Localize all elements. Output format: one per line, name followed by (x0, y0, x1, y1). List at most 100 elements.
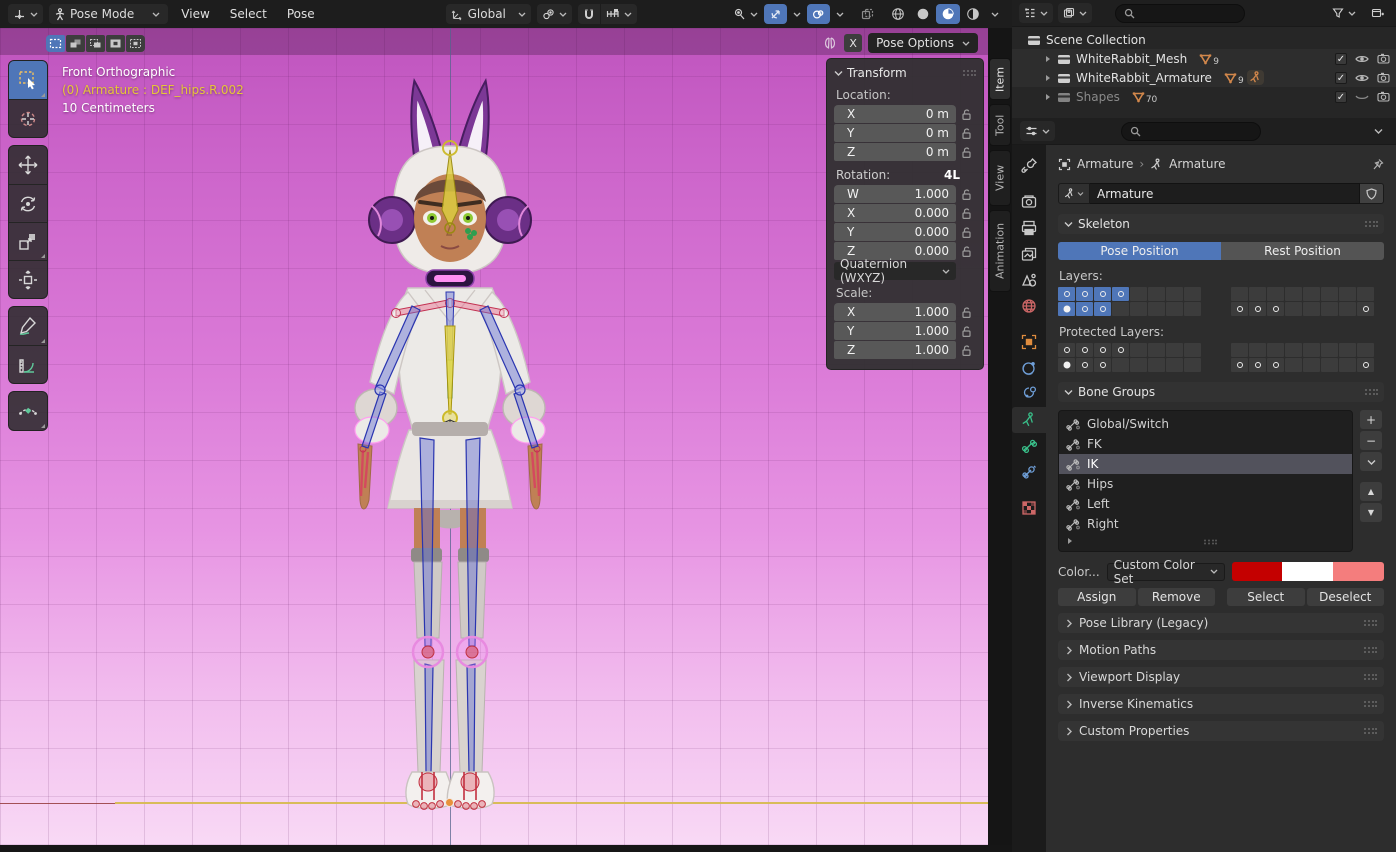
protected-layer-cell[interactable] (1112, 358, 1129, 372)
eye-open-icon[interactable] (1355, 54, 1369, 64)
properties-tab-physics[interactable] (1012, 355, 1046, 381)
properties-tab-object[interactable] (1012, 329, 1046, 355)
lock-location-z[interactable] (956, 146, 976, 159)
layer-cell[interactable] (1058, 287, 1075, 301)
layer-cell[interactable] (1076, 302, 1093, 316)
tool-cursor[interactable] (9, 99, 47, 137)
show-gizmo-toggle[interactable] (764, 4, 787, 24)
properties-options-dropdown[interactable] (1369, 121, 1388, 141)
layer-cell[interactable] (1303, 302, 1320, 316)
layer-cell[interactable] (1339, 302, 1356, 316)
bone-group-item[interactable]: IK (1059, 454, 1352, 474)
remove-bone-group-button[interactable]: − (1360, 431, 1382, 450)
pose-position-button[interactable]: Pose Position (1058, 242, 1221, 260)
panel-grip-icon[interactable] (1363, 616, 1377, 630)
collapsed-panel-inverse-kinematics[interactable]: Inverse Kinematics (1058, 694, 1384, 714)
protected-layer-cell[interactable] (1076, 343, 1093, 357)
protected-layer-cell[interactable] (1130, 358, 1147, 372)
move-group-up-button[interactable]: ▲ (1360, 482, 1382, 501)
layer-cell[interactable] (1321, 302, 1338, 316)
tool-measure[interactable] (9, 345, 47, 383)
panel-grip-icon[interactable] (962, 66, 976, 80)
protected-layer-cell[interactable] (1130, 343, 1147, 357)
layer-cell[interactable] (1231, 287, 1248, 301)
camera-visibility-icon[interactable] (1377, 53, 1390, 64)
bone-groups-panel-header[interactable]: Bone Groups (1058, 382, 1384, 402)
sidebar-tab-view[interactable]: View (989, 150, 1011, 206)
layer-cell[interactable] (1094, 287, 1111, 301)
protected-layer-cell[interactable] (1339, 343, 1356, 357)
shading-wireframe-button[interactable] (886, 4, 910, 24)
bone-group-item[interactable]: Hips (1059, 474, 1352, 494)
shading-dropdown[interactable] (986, 4, 1004, 24)
bone-group-specials-button[interactable] (1360, 452, 1382, 471)
lock-location-x[interactable] (956, 108, 976, 121)
tool-move[interactable] (9, 146, 47, 184)
layer-cell[interactable] (1285, 287, 1302, 301)
layer-cell[interactable] (1267, 287, 1284, 301)
panel-collapse-icon[interactable] (834, 69, 843, 77)
scale-x-field[interactable]: X1.000 (834, 303, 956, 321)
outliner-search-input[interactable] (1115, 4, 1245, 23)
properties-tab-tool[interactable] (1012, 153, 1046, 179)
tool-scale[interactable] (9, 222, 47, 260)
tool-annotate[interactable] (9, 307, 47, 345)
outliner-filter-button[interactable] (1327, 3, 1361, 23)
properties-tab-scene[interactable] (1012, 267, 1046, 293)
exclude-checkbox[interactable]: ✓ (1335, 91, 1347, 103)
viewport-3d[interactable]: X Pose Options Front Orthographic (0) Ar… (0, 28, 988, 845)
remove-button[interactable]: Remove (1138, 588, 1216, 606)
lock-location-y[interactable] (956, 127, 976, 140)
protected-layer-cell[interactable] (1184, 358, 1201, 372)
select-mode-subtract[interactable] (86, 35, 105, 52)
protected-layer-cell[interactable] (1076, 358, 1093, 372)
properties-tab-object-data[interactable] (1012, 407, 1046, 433)
outliner-row[interactable]: Scene Collection (1012, 30, 1396, 49)
properties-tab-object-constraints[interactable] (1012, 381, 1046, 407)
properties-tab-render[interactable] (1012, 189, 1046, 215)
outliner-display-mode-button[interactable] (1058, 3, 1092, 23)
properties-tab-bone[interactable] (1012, 433, 1046, 459)
layer-cell[interactable] (1094, 302, 1111, 316)
layer-cell[interactable] (1303, 287, 1320, 301)
location-y-field[interactable]: Y0 m (834, 124, 956, 142)
tool-rotate[interactable] (9, 184, 47, 222)
collapsed-panel-viewport-display[interactable]: Viewport Display (1058, 667, 1384, 687)
protected-layer-cell[interactable] (1166, 343, 1183, 357)
panel-grip-icon[interactable] (1364, 217, 1378, 231)
layer-cell[interactable] (1249, 302, 1266, 316)
properties-tab-output[interactable] (1012, 215, 1046, 241)
protected-layer-cell[interactable] (1184, 343, 1201, 357)
layer-cell[interactable] (1285, 302, 1302, 316)
layer-cell[interactable] (1148, 287, 1165, 301)
color-swatch-0[interactable] (1232, 562, 1283, 581)
layer-cell[interactable] (1076, 287, 1093, 301)
rotation-y-field[interactable]: Y0.000 (834, 223, 956, 241)
select-mode-invert[interactable] (106, 35, 125, 52)
lock-scale-x[interactable] (956, 306, 976, 319)
layer-cell[interactable] (1148, 302, 1165, 316)
protected-layer-cell[interactable] (1321, 343, 1338, 357)
menu-view[interactable]: View (174, 4, 216, 24)
layer-cell[interactable] (1321, 287, 1338, 301)
protected-layer-cell[interactable] (1148, 358, 1165, 372)
layer-cell[interactable] (1130, 302, 1147, 316)
layer-cell[interactable] (1231, 302, 1248, 316)
breadcrumb-object[interactable]: Armature (1077, 157, 1133, 171)
layer-cell[interactable] (1357, 302, 1374, 316)
select-mode-intersect[interactable] (126, 35, 145, 52)
protected-layer-cell[interactable] (1303, 343, 1320, 357)
collapsed-panel-pose-library-legacy-[interactable]: Pose Library (Legacy) (1058, 613, 1384, 633)
color-set-dropdown[interactable]: Custom Color Set (1107, 563, 1225, 581)
camera-visibility-icon[interactable] (1377, 72, 1390, 83)
menu-select[interactable]: Select (223, 4, 274, 24)
mirror-x-toggle[interactable]: X (844, 34, 862, 52)
collapsed-panel-custom-properties[interactable]: Custom Properties (1058, 721, 1384, 741)
shading-material-button[interactable] (936, 4, 960, 24)
outliner-item-label[interactable]: Scene Collection (1046, 33, 1146, 47)
bone-group-item[interactable]: Global/Switch (1059, 414, 1352, 434)
layer-cell[interactable] (1130, 287, 1147, 301)
protected-layer-cell[interactable] (1357, 358, 1374, 372)
layer-cell[interactable] (1166, 302, 1183, 316)
layer-cell[interactable] (1249, 287, 1266, 301)
